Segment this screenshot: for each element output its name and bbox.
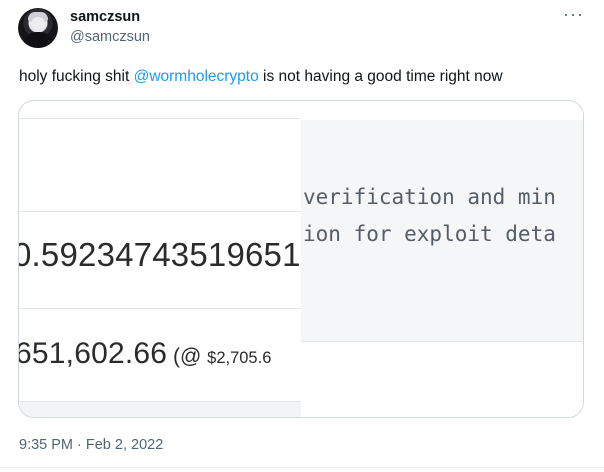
footer-strip [19, 401, 301, 417]
row-divider [19, 308, 301, 309]
media-left-screenshot: 0.592347435196515 651,602.66 (@ $2,705.6 [19, 101, 301, 417]
tweet-timestamp[interactable]: 9:35 PM · Feb 2, 2022 [19, 437, 163, 453]
row-divider [19, 401, 301, 402]
code-line-2: ion for exploit deta [303, 222, 556, 246]
usd-rate: $2,705.6 [207, 349, 272, 367]
code-line-1: verification and min [303, 185, 556, 209]
row-divider [19, 118, 301, 119]
avatar-body [24, 32, 52, 48]
token-amount: 0.592347435196515 [19, 236, 301, 273]
media-attachment[interactable]: 0.592347435196515 651,602.66 (@ $2,705.6… [18, 100, 584, 418]
tweet-text-after: is not having a good time right now [258, 68, 503, 85]
tweet-card: samczsun @samczsun ··· holy fucking shit… [0, 0, 604, 472]
usd-value: 651,602.66 [19, 337, 168, 370]
author-handle[interactable]: @samczsun [70, 29, 150, 45]
author-name[interactable]: samczsun [70, 9, 140, 25]
usd-rate-prefix: (@ [167, 345, 208, 368]
row-divider [19, 211, 301, 212]
tweet-text: holy fucking shit @wormholecrypto is not… [19, 68, 503, 86]
media-right-screenshot: verification and min ion for exploit det… [301, 101, 583, 417]
bottom-divider [0, 467, 604, 468]
mention-link[interactable]: @wormholecrypto [134, 68, 259, 85]
tweet-text-before: holy fucking shit [19, 68, 134, 85]
avatar-face [31, 17, 45, 30]
usd-value-row: 651,602.66 (@ $2,705.6 [19, 337, 271, 371]
avatar[interactable] [18, 8, 58, 48]
more-options-icon[interactable]: ··· [563, 4, 584, 25]
